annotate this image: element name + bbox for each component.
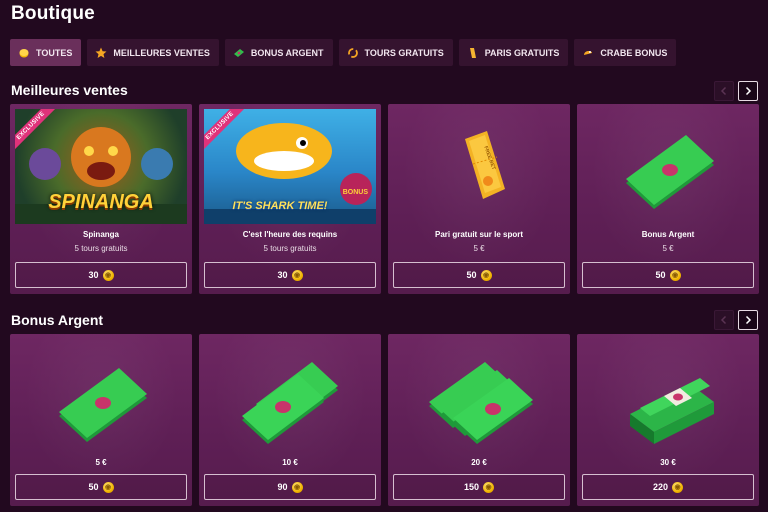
- price-value: 50: [466, 270, 477, 280]
- coin-icon: ◉: [672, 481, 684, 493]
- banknote-image: [15, 344, 187, 449]
- star-icon: [95, 47, 107, 59]
- carousel-prev-button[interactable]: [714, 310, 734, 330]
- buy-button[interactable]: 150 ◉: [393, 474, 565, 500]
- coin-icon: ◉: [102, 269, 114, 281]
- ticket-icon: [467, 47, 479, 59]
- bonus-badge-text: BONUS: [342, 189, 368, 196]
- chevron-right-icon: [745, 315, 752, 325]
- bonus-argent-row: 5 € 50 ◉ 10 € 90 ◉ 20 € 150 ◉ 30 € 220 ◉: [10, 334, 759, 506]
- coin-icon: ◉: [483, 481, 495, 493]
- price-value: 220: [652, 482, 669, 492]
- spin-icon: [347, 47, 359, 59]
- product-card[interactable]: 30 € 220 ◉: [577, 334, 759, 506]
- price-value: 50: [88, 482, 99, 492]
- filter-chip-toutes[interactable]: TOUTES: [10, 39, 82, 66]
- buy-button[interactable]: 50 ◉: [15, 474, 187, 500]
- chevron-left-icon: [720, 315, 727, 325]
- price-value: 50: [655, 270, 666, 280]
- carousel-next-button[interactable]: [738, 81, 758, 101]
- ticket-icon: [465, 131, 505, 199]
- filter-chip-meilleures-ventes[interactable]: MEILLEURES VENTES: [87, 39, 219, 66]
- buy-button[interactable]: 30 ◉: [15, 262, 187, 288]
- buy-button[interactable]: 30 ◉: [204, 262, 376, 288]
- product-card[interactable]: 5 € 50 ◉: [10, 334, 192, 506]
- buy-button[interactable]: 50 ◉: [393, 262, 565, 288]
- product-name: 10 €: [282, 458, 298, 467]
- product-card[interactable]: 20 € 150 ◉: [388, 334, 570, 506]
- coin-icon: [18, 47, 30, 59]
- buy-button[interactable]: 220 ◉: [582, 474, 754, 500]
- banknotes-icon: [242, 362, 338, 444]
- filter-chip-bonus-argent[interactable]: BONUS ARGENT: [224, 39, 333, 66]
- banknote-image: [582, 109, 754, 224]
- page-title: Boutique: [11, 3, 95, 24]
- chevron-left-icon: [720, 86, 727, 96]
- banknote-icon: [59, 368, 147, 442]
- product-subtitle: 5 tours gratuits: [263, 244, 317, 253]
- filter-chip-tours-gratuits[interactable]: TOURS GRATUITS: [338, 39, 453, 66]
- chevron-right-icon: [745, 86, 752, 96]
- spinanga-thumbnail: EXCLUSIVE SPINANGA: [15, 109, 187, 224]
- buy-button[interactable]: 50 ◉: [582, 262, 754, 288]
- banknote-stack-icon: [630, 378, 714, 444]
- filter-chip-label: PARIS GRATUITS: [484, 47, 560, 58]
- product-name: Pari gratuit sur le sport: [434, 230, 524, 239]
- price-value: 30: [277, 270, 288, 280]
- coin-icon: ◉: [291, 481, 303, 493]
- price-value: 150: [463, 482, 480, 492]
- product-subtitle: 5 €: [662, 244, 674, 253]
- product-card[interactable]: EXCLUSIVE IT'S SHARK TIME! BONUS C'est l…: [199, 104, 381, 294]
- product-card[interactable]: FREE BET Pari gratuit sur le sport 5 € 5…: [388, 104, 570, 294]
- product-card[interactable]: Bonus Argent 5 € 50 ◉: [577, 104, 759, 294]
- banknote-icon: [626, 135, 714, 209]
- carousel-nav: [714, 81, 758, 101]
- filter-chip-label: BONUS ARGENT: [250, 47, 324, 58]
- filter-chip-label: TOURS GRATUITS: [364, 47, 444, 58]
- product-subtitle: 5 €: [473, 244, 485, 253]
- shark-time-thumbnail: EXCLUSIVE IT'S SHARK TIME! BONUS: [204, 109, 376, 224]
- product-name: C'est l'heure des requins: [242, 230, 338, 239]
- game-logo-text: IT'S SHARK TIME!: [232, 200, 328, 212]
- filter-chip-crabe-bonus[interactable]: CRABE BONUS: [574, 39, 677, 66]
- product-name: Spinanga: [82, 230, 119, 239]
- filter-chip-label: TOUTES: [36, 47, 73, 58]
- price-value: 30: [88, 270, 99, 280]
- coin-icon: ◉: [291, 269, 303, 281]
- coin-icon: ◉: [102, 481, 114, 493]
- carousel-next-button[interactable]: [738, 310, 758, 330]
- carousel-nav: [714, 310, 758, 330]
- product-subtitle: 5 tours gratuits: [74, 244, 128, 253]
- price-value: 90: [277, 482, 288, 492]
- product-name: 5 €: [95, 458, 107, 467]
- carousel-prev-button[interactable]: [714, 81, 734, 101]
- coin-icon: ◉: [480, 269, 492, 281]
- game-logo-text: SPINANGA: [48, 191, 154, 213]
- buy-button[interactable]: 90 ◉: [204, 474, 376, 500]
- section-title-meilleures-ventes: Meilleures ventes: [11, 82, 128, 98]
- section-title-bonus-argent: Bonus Argent: [11, 312, 104, 328]
- banknotes-image: [393, 344, 565, 449]
- banknotes-icon: [429, 362, 533, 444]
- coin-icon: ◉: [669, 269, 681, 281]
- crab-icon: [582, 47, 594, 59]
- free-bet-ticket-image: FREE BET: [393, 109, 565, 224]
- product-name: 20 €: [471, 458, 487, 467]
- product-name: 30 €: [660, 458, 676, 467]
- filter-chip-label: MEILLEURES VENTES: [113, 47, 210, 58]
- filter-chip-label: CRABE BONUS: [600, 47, 668, 58]
- product-card[interactable]: EXCLUSIVE SPINANGA Spinanga 5 tours grat…: [10, 104, 192, 294]
- filter-bar: TOUTES MEILLEURES VENTES BONUS ARGENT TO…: [10, 39, 677, 66]
- meilleures-ventes-row: EXCLUSIVE SPINANGA Spinanga 5 tours grat…: [10, 104, 759, 294]
- filter-chip-paris-gratuits[interactable]: PARIS GRATUITS: [458, 39, 569, 66]
- product-name: Bonus Argent: [641, 230, 695, 239]
- banknotes-image: [204, 344, 376, 449]
- money-icon: [233, 47, 245, 59]
- banknote-stack-image: [582, 344, 754, 449]
- product-card[interactable]: 10 € 90 ◉: [199, 334, 381, 506]
